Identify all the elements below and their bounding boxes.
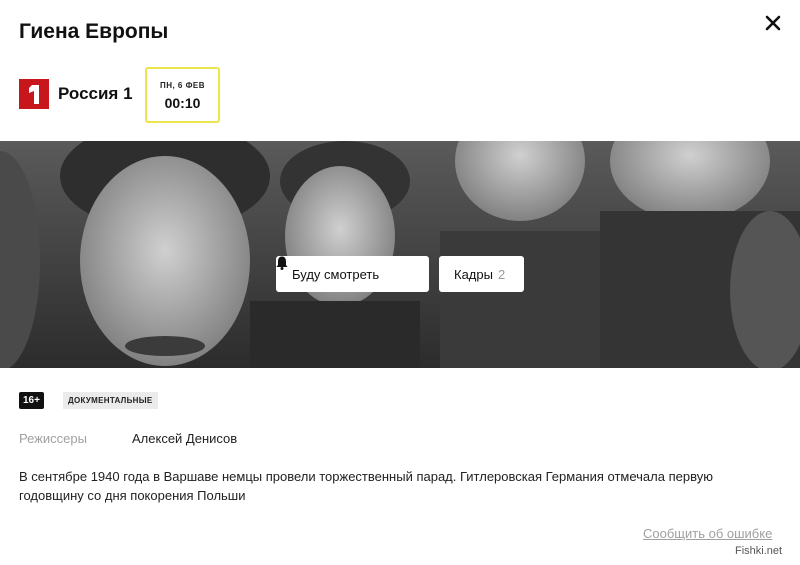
credits-row: Режиссеры Алексей Денисов [19, 431, 237, 446]
credit-value[interactable]: Алексей Денисов [132, 431, 237, 446]
watermark: Fishki.net [735, 545, 783, 557]
frames-button-label: Кадры [454, 266, 493, 282]
age-rating-badge: 16+ [19, 392, 44, 409]
channel-name: Россия 1 [58, 84, 133, 103]
watch-button-label: Буду смотреть [292, 266, 380, 282]
schedule-time: 00:10 [164, 95, 201, 111]
credit-label: Режиссеры [19, 431, 87, 446]
channel-logo-icon [19, 79, 49, 109]
watch-button[interactable]: Буду смотреть [276, 256, 429, 292]
frames-count: 2 [497, 266, 506, 282]
hero-photo [0, 141, 800, 368]
bell-icon [276, 256, 288, 270]
schedule-day: ПН, 6 ФЕВ [159, 81, 206, 90]
badges: 16+ ДОКУМЕНТАЛЬНЫЕ [19, 392, 158, 409]
report-error-link[interactable]: Сообщить об ошибке [643, 526, 772, 541]
program-description: В сентябре 1940 года в Варшаве немцы про… [19, 469, 713, 503]
schedule-time-box: ПН, 6 ФЕВ 00:10 [145, 67, 220, 123]
frames-button[interactable]: Кадры 2 [439, 256, 524, 292]
program-title: Гиена Европы [19, 20, 169, 43]
channel-info[interactable]: Россия 1 [19, 79, 133, 109]
genre-badge[interactable]: ДОКУМЕНТАЛЬНЫЕ [62, 392, 158, 409]
hero-image: Буду смотреть Кадры 2 [0, 141, 800, 368]
close-icon[interactable] [762, 12, 784, 34]
